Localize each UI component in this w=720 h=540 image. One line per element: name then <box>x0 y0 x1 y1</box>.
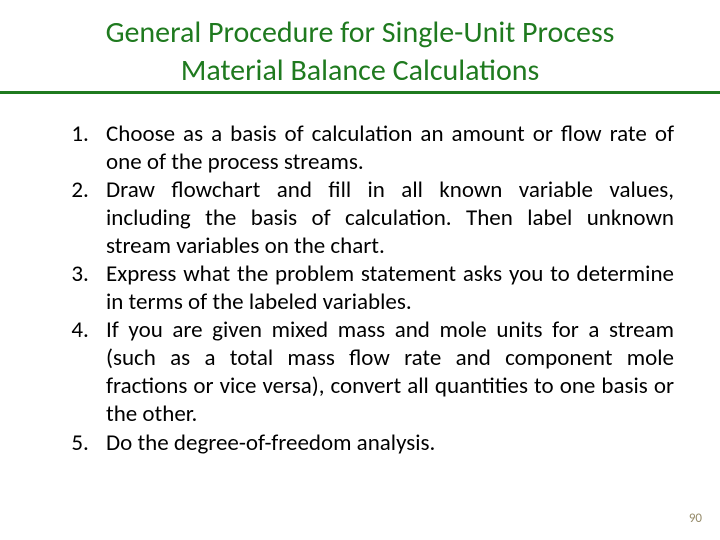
list-item: Do the degree-of-freedom analysis. <box>94 429 674 457</box>
page-number: 90 <box>689 511 702 526</box>
slide-title: General Procedure for Single-Unit Proces… <box>0 0 720 94</box>
steps-list: Choose as a basis of calculation an amou… <box>46 120 674 457</box>
title-line-2: Material Balance Calculations <box>181 52 540 95</box>
list-item: Draw flowchart and fill in all known var… <box>94 176 674 260</box>
list-item: Express what the problem statement asks … <box>94 260 674 316</box>
list-item: If you are given mixed mass and mole uni… <box>94 316 674 428</box>
list-item: Choose as a basis of calculation an amou… <box>94 120 674 176</box>
title-line-1: General Procedure for Single-Unit Proces… <box>106 14 615 51</box>
content-area: Choose as a basis of calculation an amou… <box>0 94 720 457</box>
slide: General Procedure for Single-Unit Proces… <box>0 0 720 540</box>
